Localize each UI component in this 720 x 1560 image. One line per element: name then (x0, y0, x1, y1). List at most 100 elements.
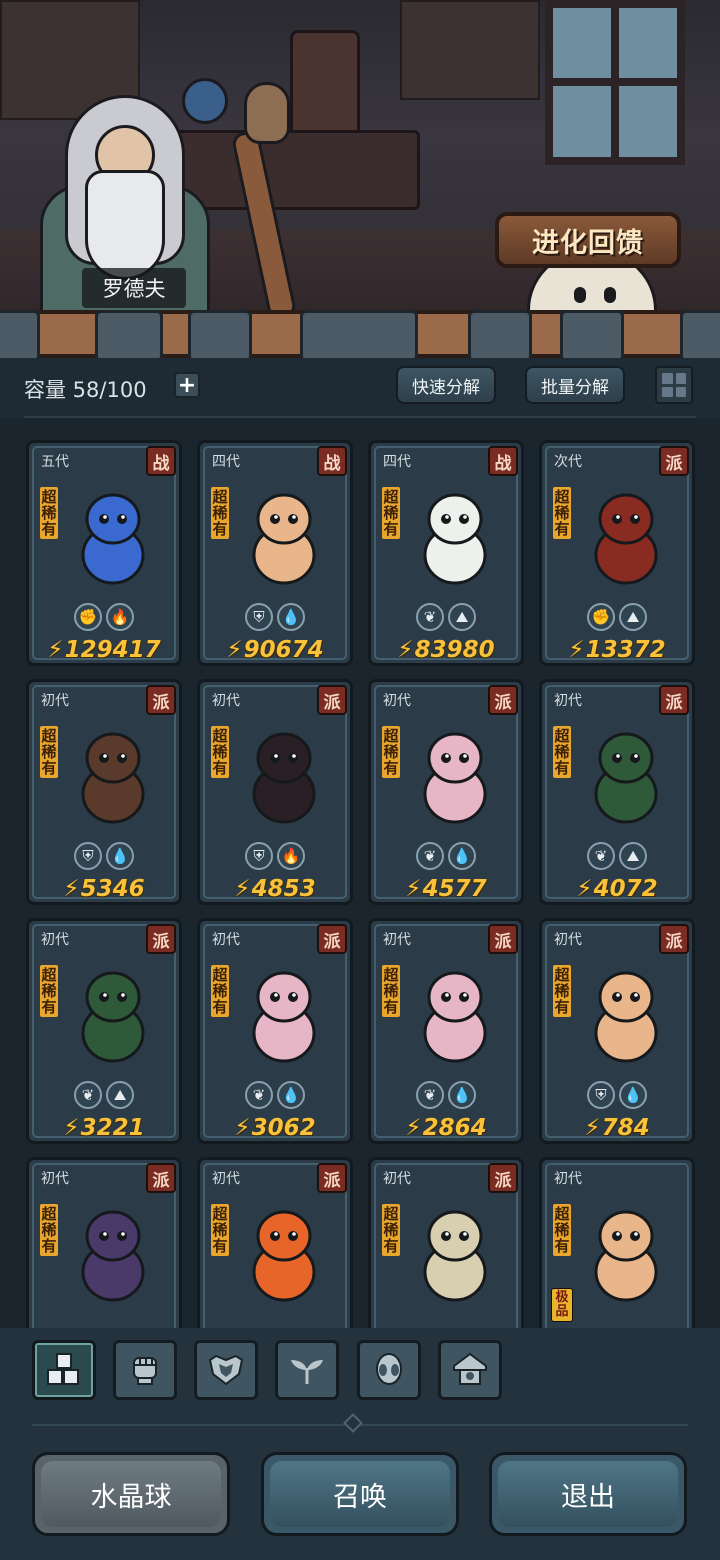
faction-tag: 派 (317, 924, 347, 954)
faction-tag: 派 (659, 446, 689, 476)
power-number: 13372 (585, 637, 666, 663)
creature-portrait (81, 732, 145, 824)
water-icon: 💧 (619, 1081, 647, 1109)
pet-card[interactable]: 次代 派超稀有 ✊ ⛰ ⚡13372 (539, 440, 695, 666)
premium-badge: 极品 (551, 1288, 573, 1322)
water-icon: 💧 (448, 842, 476, 870)
power-number: 3062 (251, 1115, 316, 1141)
faction-tag: 派 (488, 924, 518, 954)
pet-card[interactable]: 初代 超稀有 极品 (539, 1157, 695, 1328)
earth-icon: ⛰ (619, 842, 647, 870)
shield-icon: ⛨ (587, 1081, 615, 1109)
divider-ornament (343, 1413, 363, 1433)
pet-card[interactable]: 初代 派超稀有 ❦ 💧 ⚡3062 (197, 918, 353, 1144)
creature-portrait (81, 971, 145, 1063)
pet-card[interactable]: 五代 战超稀有 ✊ 🔥 ⚡129417 (26, 440, 182, 666)
power-number: 784 (601, 1115, 650, 1141)
power-icon: ⚡ (47, 637, 64, 663)
grid-view-icon[interactable] (655, 366, 693, 404)
wooden-rail (0, 310, 720, 362)
crystal-ball-button[interactable]: 水晶球 (32, 1452, 230, 1536)
power-value: ⚡4853 (200, 876, 350, 902)
rarity-badge: 超稀有 (211, 1204, 229, 1256)
power-value: ⚡3221 (29, 1115, 179, 1141)
chair (290, 30, 360, 140)
attribute-icons: ⛨ 💧 (29, 842, 179, 870)
tab-leaf[interactable] (275, 1340, 339, 1400)
faction-tag: 战 (488, 446, 518, 476)
power-number: 83980 (414, 637, 495, 663)
earth-icon: ⛰ (448, 603, 476, 631)
tab-fist[interactable] (113, 1340, 177, 1400)
generation-label: 次代 (554, 454, 582, 470)
tab-all[interactable] (32, 1340, 96, 1400)
pet-card[interactable]: 初代 派超稀有 (197, 1157, 353, 1328)
power-value: ⚡13372 (542, 637, 692, 663)
power-value: ⚡5346 (29, 876, 179, 902)
pet-card[interactable]: 初代 派超稀有 ⛨ 💧 ⚡784 (539, 918, 695, 1144)
power-number: 129417 (64, 637, 161, 663)
power-number: 3221 (80, 1115, 145, 1141)
exit-button[interactable]: 退出 (489, 1452, 687, 1536)
pet-card[interactable]: 初代 派超稀有 ⛨ 🔥 ⚡4853 (197, 679, 353, 905)
leaf-icon: ❦ (416, 842, 444, 870)
fist-icon: ✊ (74, 603, 102, 631)
summon-button[interactable]: 召唤 (261, 1452, 459, 1536)
attribute-icons: ✊ ⛰ (542, 603, 692, 631)
rarity-badge: 超稀有 (40, 726, 58, 778)
tab-alien[interactable] (357, 1340, 421, 1400)
blocks-icon (47, 1353, 79, 1385)
power-icon: ⚡ (568, 637, 585, 663)
power-value: ⚡129417 (29, 637, 179, 663)
faction-tag: 派 (146, 1163, 176, 1193)
creature-portrait (252, 732, 316, 824)
water-icon: 💧 (277, 1081, 305, 1109)
power-icon: ⚡ (584, 1115, 601, 1141)
pet-card[interactable]: 四代 战超稀有 ⛨ 💧 ⚡90674 (197, 440, 353, 666)
generation-label: 初代 (41, 932, 69, 948)
pet-card[interactable]: 初代 派超稀有 ❦ ⛰ ⚡4072 (539, 679, 695, 905)
leaf-icon: ❦ (416, 1081, 444, 1109)
pet-card[interactable]: 初代 派超稀有 (368, 1157, 524, 1328)
generation-label: 初代 (41, 693, 69, 709)
pet-card[interactable]: 初代 派超稀有 (26, 1157, 182, 1328)
npc-name: 罗德夫 (82, 268, 186, 308)
rarity-badge: 超稀有 (553, 1204, 571, 1256)
power-value: ⚡4072 (542, 876, 692, 902)
shield-icon: ⛨ (74, 842, 102, 870)
fist-icon (133, 1357, 157, 1385)
power-value: ⚡4577 (371, 876, 521, 902)
creature-portrait (252, 1210, 316, 1302)
creature-portrait (594, 971, 658, 1063)
expand-capacity-button[interactable]: + (174, 372, 200, 398)
leaf-icon: ❦ (416, 603, 444, 631)
pet-card[interactable]: 初代 派超稀有 ❦ 💧 ⚡2864 (368, 918, 524, 1144)
batch-decompose-button[interactable]: 批量分解 (525, 366, 625, 404)
tab-shield[interactable] (194, 1340, 258, 1400)
fist-icon: ✊ (587, 603, 615, 631)
evolution-reward-button[interactable]: 进化回馈 (495, 212, 681, 268)
generation-label: 初代 (41, 1171, 69, 1187)
pet-card[interactable]: 四代 战超稀有 ❦ ⛰ ⚡83980 (368, 440, 524, 666)
water-icon: 💧 (277, 603, 305, 631)
attribute-icons: ⛨ 🔥 (200, 842, 350, 870)
rarity-badge: 超稀有 (211, 965, 229, 1017)
rarity-badge: 超稀有 (211, 726, 229, 778)
generation-label: 五代 (41, 454, 69, 470)
attribute-icons: ❦ ⛰ (29, 1081, 179, 1109)
power-number: 2864 (422, 1115, 487, 1141)
attribute-icons: ❦ 💧 (200, 1081, 350, 1109)
pet-card[interactable]: 初代 派超稀有 ⛨ 💧 ⚡5346 (26, 679, 182, 905)
generation-label: 四代 (383, 454, 411, 470)
pet-card[interactable]: 初代 派超稀有 ❦ ⛰ ⚡3221 (26, 918, 182, 1144)
rarity-badge: 超稀有 (553, 726, 571, 778)
quick-decompose-button[interactable]: 快速分解 (396, 366, 496, 404)
faction-tag: 派 (488, 685, 518, 715)
sprout-icon (291, 1360, 323, 1384)
creature-portrait (252, 971, 316, 1063)
faction-tag: 派 (317, 685, 347, 715)
rarity-badge: 超稀有 (553, 487, 571, 539)
power-value: ⚡784 (542, 1115, 692, 1141)
tab-house[interactable] (438, 1340, 502, 1400)
pet-card[interactable]: 初代 派超稀有 ❦ 💧 ⚡4577 (368, 679, 524, 905)
